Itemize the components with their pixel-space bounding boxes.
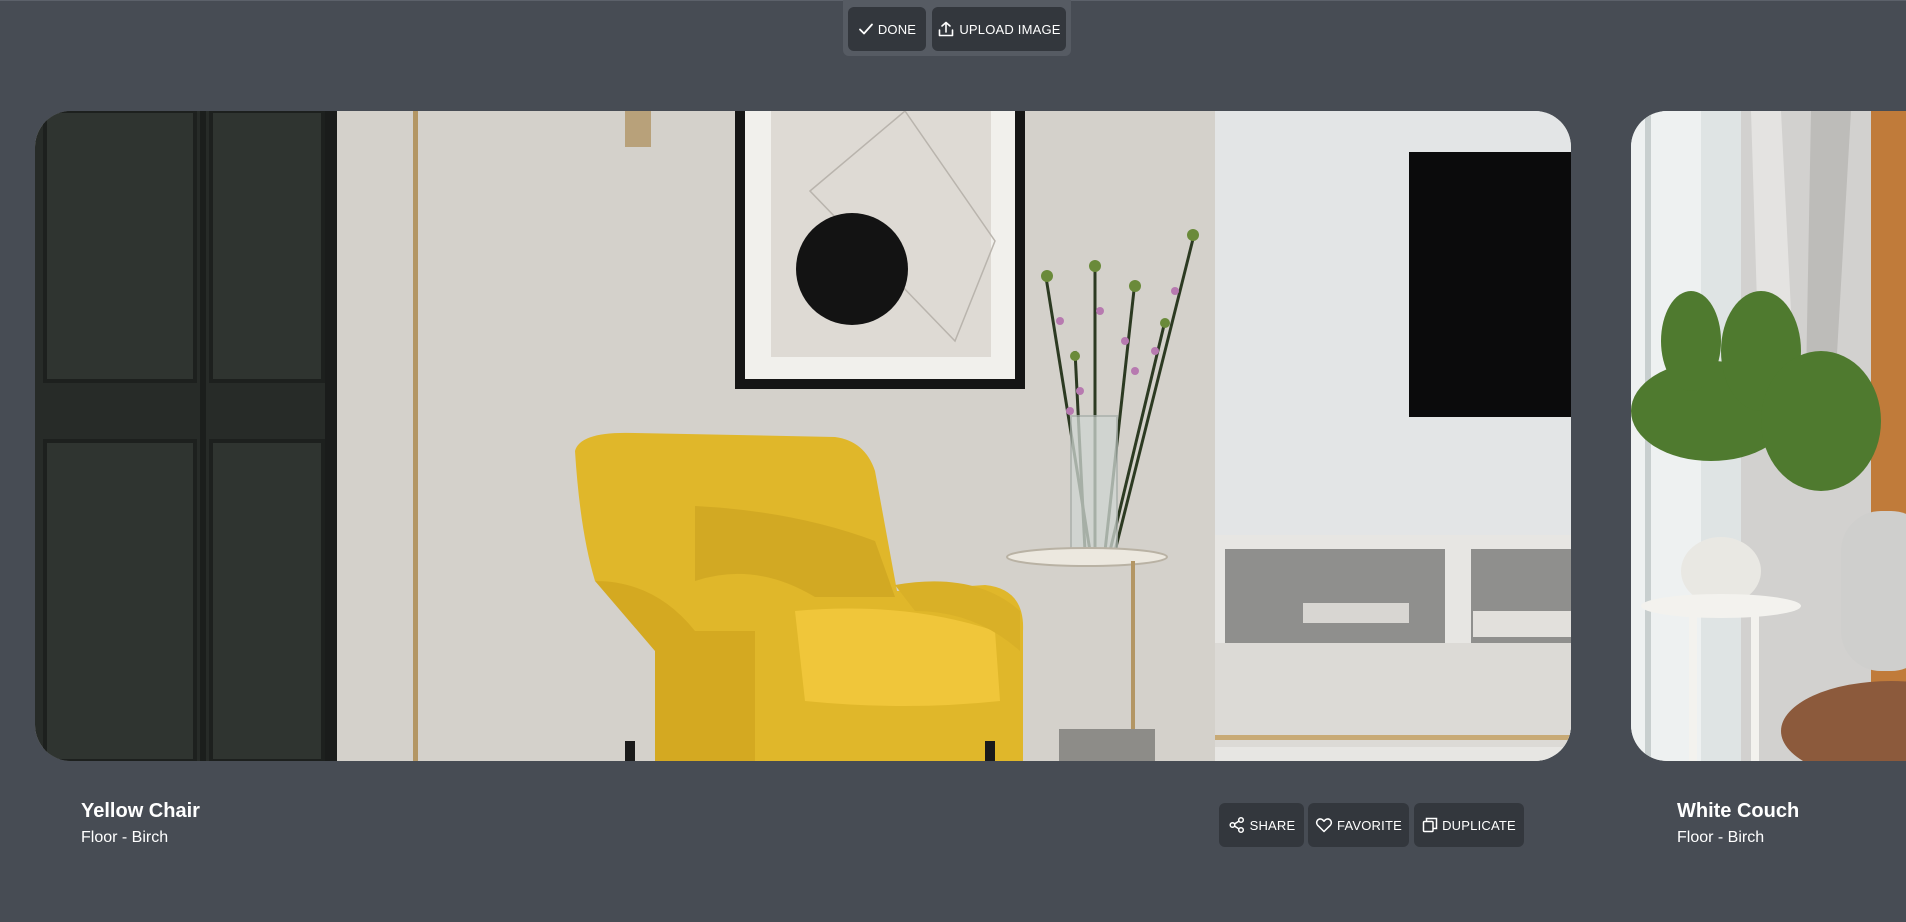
heart-icon [1315, 816, 1333, 834]
upload-image-button[interactable]: UPLOAD IMAGE [932, 7, 1066, 51]
share-button[interactable]: SHARE [1219, 803, 1304, 847]
upload-icon [937, 20, 955, 38]
duplicate-icon [1422, 817, 1438, 833]
room-image-white-couch[interactable] [1631, 111, 1906, 761]
item-title: Yellow Chair [81, 800, 200, 822]
room-photo [35, 111, 1571, 761]
room-photo-next [1631, 111, 1906, 761]
item-subtitle: Floor - Birch [81, 829, 169, 846]
top-toolbar: DONE UPLOAD IMAGE [843, 0, 1071, 56]
favorite-label: FAVORITE [1337, 817, 1402, 833]
duplicate-button[interactable]: DUPLICATE [1414, 803, 1524, 847]
next-item-subtitle: Floor - Birch [1677, 829, 1765, 846]
done-button[interactable]: DONE [848, 7, 926, 51]
share-icon [1228, 816, 1246, 834]
next-item-title: White Couch [1677, 800, 1800, 822]
favorite-button[interactable]: FAVORITE [1308, 803, 1409, 847]
done-label: DONE [877, 21, 917, 37]
check-icon [858, 21, 874, 37]
room-image-yellow-chair[interactable] [35, 111, 1571, 761]
duplicate-label: DUPLICATE [1442, 817, 1516, 833]
share-label: SHARE [1249, 817, 1296, 833]
upload-label: UPLOAD IMAGE [959, 21, 1061, 37]
